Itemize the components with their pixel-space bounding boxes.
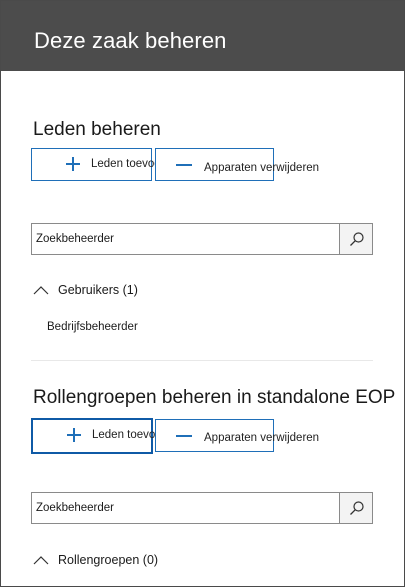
add-role-members-button[interactable]: Leden toevoegen: [31, 418, 181, 454]
remove-devices-button[interactable]: Apparaten verwijderen: [155, 148, 319, 181]
roles-search-button[interactable]: [339, 493, 372, 523]
members-section-title: Leden beheren: [33, 119, 161, 140]
manage-panel: Deze zaak beheren Leden beheren Leden to…: [0, 0, 405, 587]
section-divider: [31, 360, 373, 361]
plus-icon: [66, 157, 80, 171]
users-group-label: Gebruikers (1): [58, 283, 138, 297]
list-item[interactable]: Bedrijfsbeheerder: [47, 321, 138, 333]
minus-icon: [176, 435, 192, 437]
members-search-box: [31, 223, 373, 255]
plus-icon: [67, 428, 81, 442]
remove-role-devices-label: Apparaten verwijderen: [204, 432, 320, 444]
search-icon: [350, 501, 364, 515]
panel-header: Deze zaak beheren: [1, 1, 404, 71]
roles-section-title: Rollengroepen beheren in standalone EOP: [33, 387, 396, 408]
chevron-up-icon: [33, 556, 49, 565]
role-groups-label: Rollengroepen (0): [58, 553, 159, 567]
members-search-input[interactable]: [32, 224, 340, 254]
minus-icon: [176, 164, 192, 166]
roles-search-input[interactable]: [32, 493, 340, 523]
members-search-button[interactable]: [339, 224, 372, 254]
add-members-button[interactable]: Leden toevoegen: [31, 148, 180, 181]
remove-role-devices-button[interactable]: Apparaten verwijderen: [155, 419, 319, 452]
chevron-up-icon: [33, 286, 49, 295]
search-icon: [350, 232, 364, 246]
remove-devices-label: Apparaten verwijderen: [204, 162, 320, 174]
panel-title: Deze zaak beheren: [34, 28, 227, 53]
roles-search-box: [31, 492, 373, 524]
